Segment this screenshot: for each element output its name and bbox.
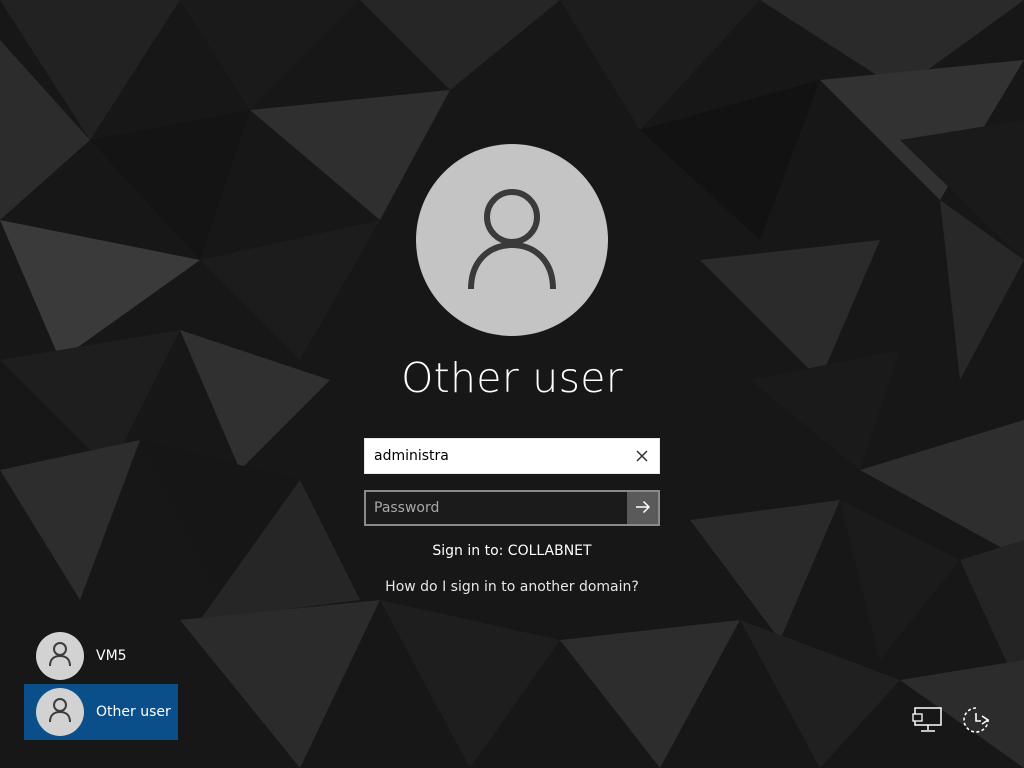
username-field[interactable] bbox=[364, 438, 660, 474]
user-list-item-other-user[interactable]: Other user bbox=[24, 684, 178, 740]
sign-in-domain-label: Sign in to: COLLABNET bbox=[432, 543, 592, 559]
network-button[interactable] bbox=[910, 704, 946, 740]
user-switcher-list: VM5 Other user bbox=[24, 628, 178, 740]
username-input[interactable] bbox=[365, 439, 625, 473]
user-silhouette-icon bbox=[47, 697, 73, 727]
user-list-item-label: VM5 bbox=[96, 648, 127, 664]
user-list-item-vm5[interactable]: VM5 bbox=[24, 628, 178, 684]
avatar bbox=[36, 632, 84, 680]
password-input[interactable] bbox=[366, 492, 628, 524]
power-icon bbox=[960, 704, 992, 740]
user-silhouette-icon bbox=[457, 183, 567, 297]
clear-username-button[interactable] bbox=[625, 439, 659, 473]
user-display-name: Other user bbox=[401, 354, 623, 402]
user-avatar bbox=[416, 144, 608, 336]
arrow-right-icon bbox=[635, 499, 651, 518]
network-icon bbox=[912, 706, 944, 738]
other-domain-help-link[interactable]: How do I sign in to another domain? bbox=[312, 579, 712, 595]
avatar bbox=[36, 688, 84, 736]
user-list-item-label: Other user bbox=[96, 704, 171, 720]
password-field[interactable] bbox=[364, 490, 660, 526]
submit-button[interactable] bbox=[627, 492, 658, 524]
close-icon bbox=[636, 447, 648, 466]
lock-screen: Other user Sign in to: COLLABNET How do … bbox=[0, 0, 1024, 768]
power-button[interactable] bbox=[958, 704, 994, 740]
user-silhouette-icon bbox=[47, 641, 73, 671]
